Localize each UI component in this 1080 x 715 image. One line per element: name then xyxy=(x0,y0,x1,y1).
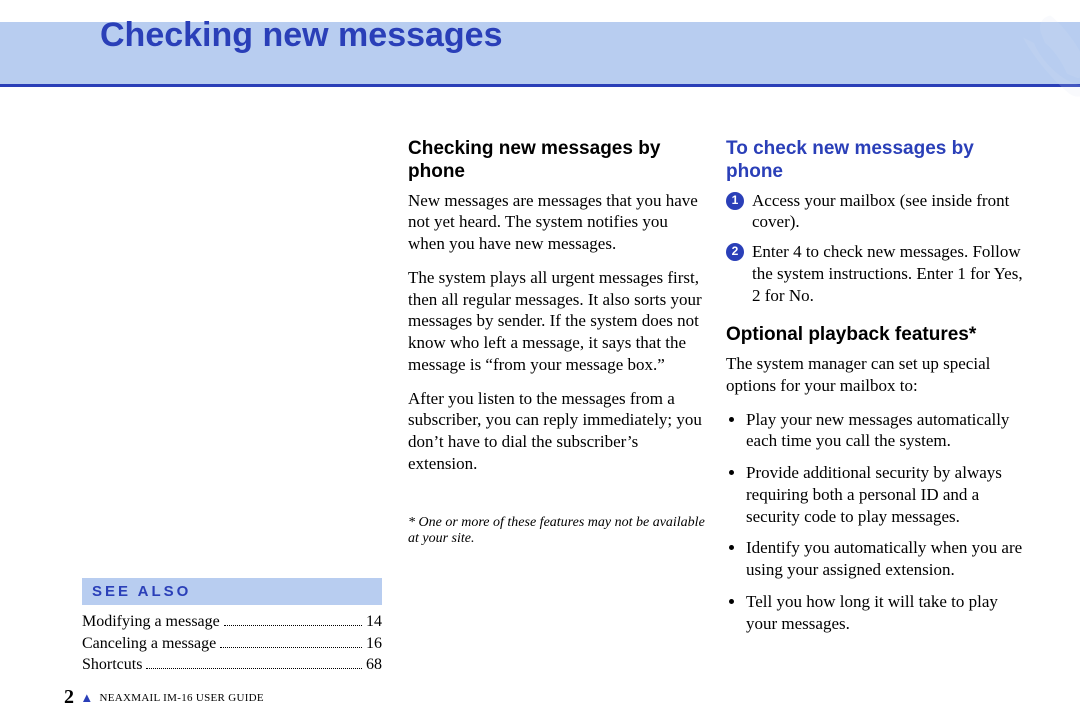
toc-page: 16 xyxy=(366,633,382,655)
body-paragraph: New messages are messages that you have … xyxy=(408,190,708,255)
section-heading: Checking new messages by phone xyxy=(408,138,708,184)
list-item: Play your new messages automatically eac… xyxy=(746,409,1026,453)
see-also-heading: SEE ALSO xyxy=(82,578,382,605)
content-area: SEE ALSO Modifying a message 14 Cancelin… xyxy=(82,138,1050,715)
phone-icon xyxy=(990,10,1080,120)
see-also-item[interactable]: Canceling a message 16 xyxy=(82,633,382,655)
body-paragraph: After you listen to the messages from a … xyxy=(408,388,708,475)
toc-leader xyxy=(146,668,362,669)
list-item: Provide additional security by always re… xyxy=(746,462,1026,527)
numbered-step: 2 Enter 4 to check new messages. Follow … xyxy=(726,241,1026,306)
body-paragraph: The system plays all urgent messages fir… xyxy=(408,267,708,376)
section-heading: Optional playback features* xyxy=(726,324,1026,347)
footnote: * One or more of these features may not … xyxy=(408,515,708,549)
toc-label: Shortcuts xyxy=(82,654,142,676)
see-also-list: Modifying a message 14 Canceling a messa… xyxy=(82,611,382,676)
toc-label: Modifying a message xyxy=(82,611,220,633)
toc-page: 14 xyxy=(366,611,382,633)
header-band: Checking new messages xyxy=(0,22,1080,87)
list-item: Identify you automatically when you are … xyxy=(746,537,1026,581)
see-also-item[interactable]: Modifying a message 14 xyxy=(82,611,382,633)
body-paragraph: The system manager can set up special op… xyxy=(726,353,1026,397)
see-also-item[interactable]: Shortcuts 68 xyxy=(82,654,382,676)
toc-label: Canceling a message xyxy=(82,633,216,655)
bullet-list: Play your new messages automatically eac… xyxy=(726,409,1026,635)
list-item: Tell you how long it will take to play y… xyxy=(746,591,1026,635)
footer-page-number: 2 xyxy=(64,686,74,709)
numbered-step: 1 Access your mailbox (see inside front … xyxy=(726,190,1026,234)
footer-label: NEAXMAIL IM-16 USER GUIDE xyxy=(99,692,263,704)
step-text: Access your mailbox (see inside front co… xyxy=(752,190,1026,234)
toc-page: 68 xyxy=(366,654,382,676)
step-badge-1-icon: 1 xyxy=(726,192,744,210)
column-right: To check new messages by phone 1 Access … xyxy=(726,138,1026,644)
step-badge-2-icon: 2 xyxy=(726,243,744,261)
toc-leader xyxy=(224,625,362,626)
column-left: SEE ALSO Modifying a message 14 Cancelin… xyxy=(82,138,382,676)
page: Checking new messages SEE ALSO Modifying… xyxy=(0,22,1080,715)
column-middle: Checking new messages by phone New messa… xyxy=(408,138,708,562)
toc-leader xyxy=(220,647,362,648)
triangle-icon: ▲ xyxy=(80,690,93,706)
section-heading-procedure: To check new messages by phone xyxy=(726,138,1026,184)
step-text: Enter 4 to check new messages. Follow th… xyxy=(752,241,1026,306)
page-title: Checking new messages xyxy=(100,16,503,55)
page-footer: 2 ▲ NEAXMAIL IM-16 USER GUIDE xyxy=(64,686,264,709)
